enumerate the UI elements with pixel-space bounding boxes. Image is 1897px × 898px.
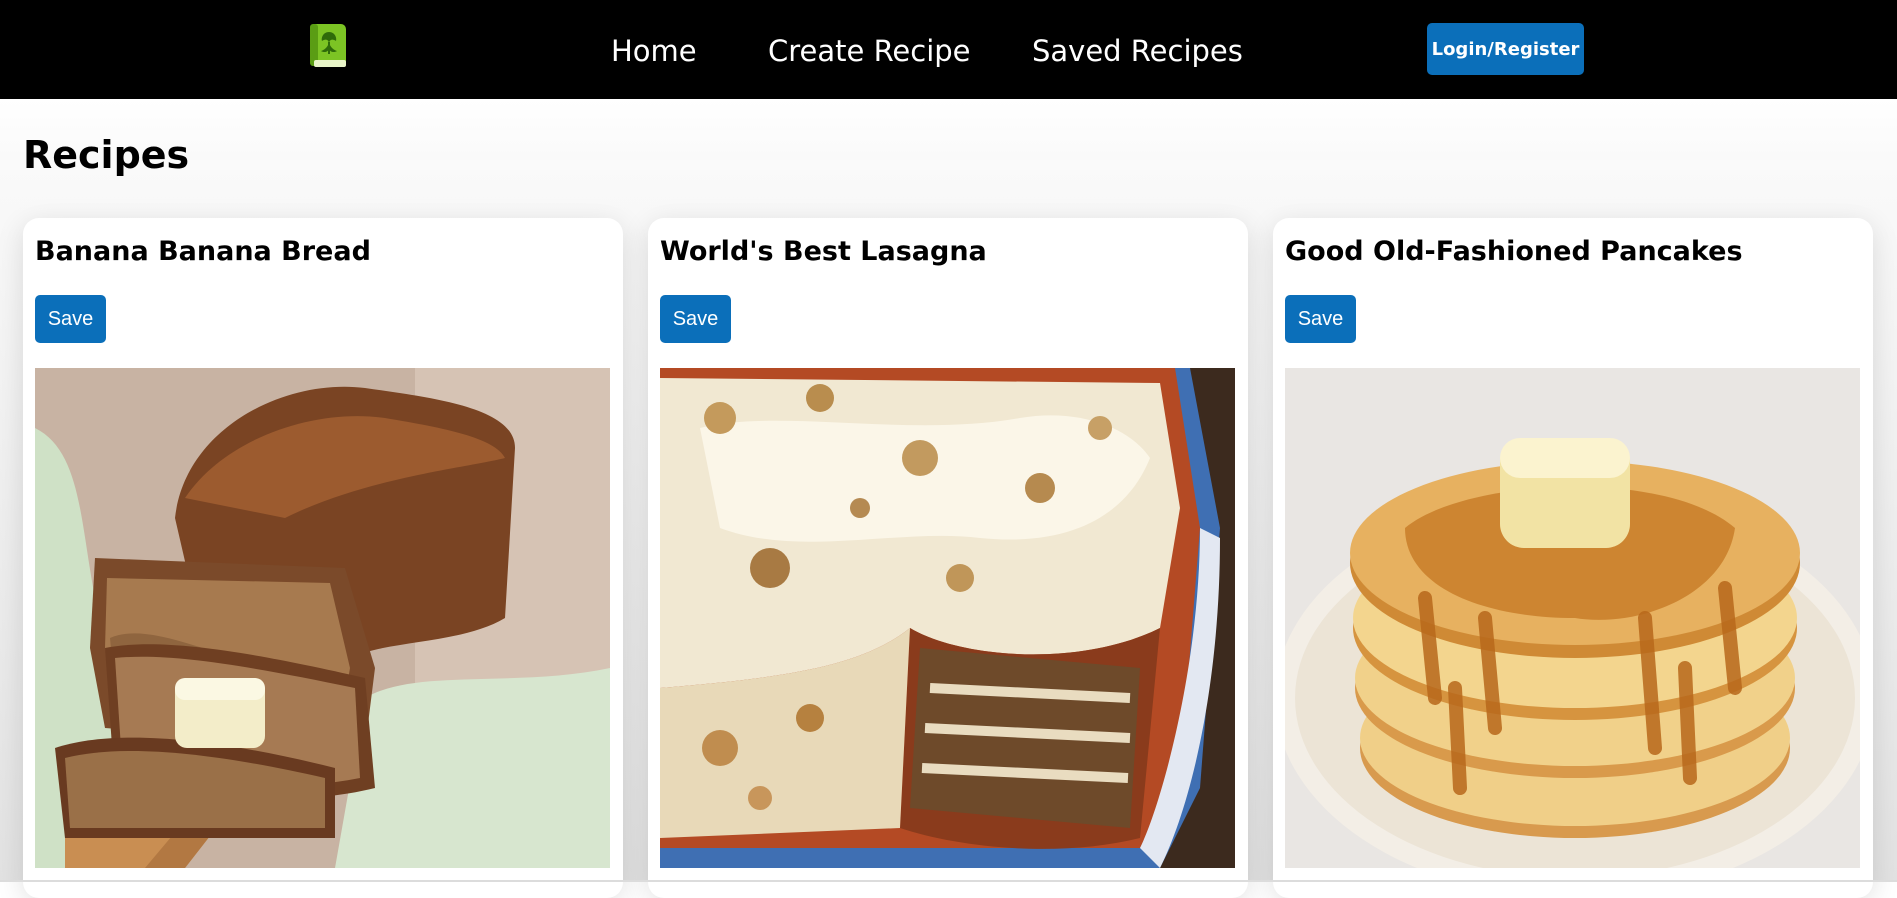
save-recipe-button[interactable]: Save bbox=[35, 295, 106, 343]
pancakes-photo bbox=[1285, 368, 1860, 868]
recipe-title: Banana Banana Bread bbox=[35, 236, 371, 267]
top-navbar: Home Create Recipe Saved Recipes Login/R… bbox=[0, 0, 1897, 99]
page-title: Recipes bbox=[23, 133, 190, 177]
recipe-title: World's Best Lasagna bbox=[660, 236, 987, 267]
recipe-card: Banana Banana Bread Save bbox=[23, 218, 623, 898]
save-recipe-button[interactable]: Save bbox=[1285, 295, 1356, 343]
save-recipe-button[interactable]: Save bbox=[660, 295, 731, 343]
login-register-button[interactable]: Login/Register bbox=[1427, 23, 1584, 75]
lasagna-photo bbox=[660, 368, 1235, 868]
recipe-card: World's Best Lasagna Save bbox=[648, 218, 1248, 898]
recipe-card: Good Old-Fashioned Pancakes Save bbox=[1273, 218, 1873, 898]
recipe-title: Good Old-Fashioned Pancakes bbox=[1285, 236, 1743, 267]
nav-link-saved-recipes[interactable]: Saved Recipes bbox=[1032, 30, 1243, 72]
nav-link-create-recipe[interactable]: Create Recipe bbox=[768, 30, 971, 72]
banana-bread-photo bbox=[35, 368, 610, 868]
recipe-book-icon[interactable] bbox=[308, 22, 350, 70]
nav-link-home[interactable]: Home bbox=[611, 30, 697, 72]
